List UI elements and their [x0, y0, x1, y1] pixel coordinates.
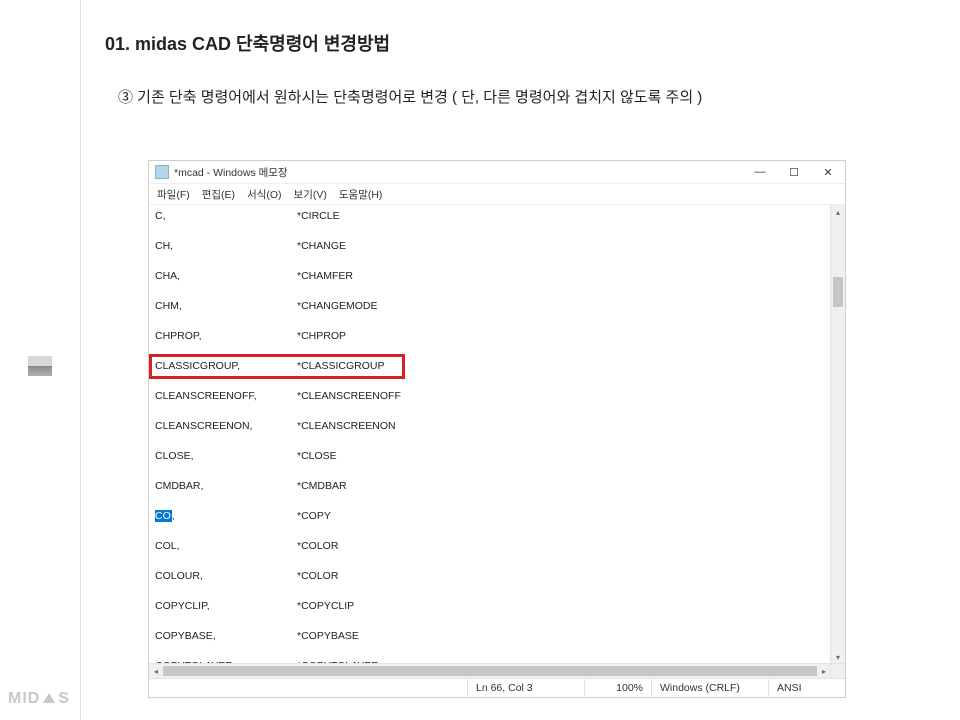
client-area: C,*CIRCLE CH,*CHANGE CHA,*CHAMFER CHM,*C…: [149, 204, 845, 678]
scroll-left-icon[interactable]: ◂: [149, 664, 163, 678]
status-encoding: ANSI: [768, 679, 845, 697]
window-title: *mcad - Windows 메모장: [174, 165, 288, 180]
text-line: CH,*CHANGE: [155, 239, 825, 254]
selected-text: CO: [155, 510, 172, 522]
text-line: COPYBASE,*COPYBASE: [155, 629, 825, 644]
close-button[interactable]: ✕: [811, 162, 845, 182]
menubar: 파일(F) 편집(E) 서식(O) 보기(V) 도움말(H): [149, 184, 845, 204]
slide-thumbnail-icon: [28, 356, 52, 376]
scroll-corner: [830, 663, 845, 678]
scroll-thumb-horizontal[interactable]: [163, 666, 817, 676]
status-eol: Windows (CRLF): [651, 679, 768, 697]
notepad-window: *mcad - Windows 메모장 — ☐ ✕ 파일(F) 편집(E) 서식…: [148, 160, 846, 698]
scroll-right-icon[interactable]: ▸: [817, 664, 831, 678]
menu-edit[interactable]: 편집(E): [202, 187, 235, 202]
separator-line: [80, 0, 81, 720]
text-line: CLEANSCREENOFF,*CLEANSCREENOFF: [155, 389, 825, 404]
status-position: Ln 66, Col 3: [467, 679, 584, 697]
scroll-up-icon[interactable]: ▴: [831, 205, 845, 219]
text-line: COL,*COLOR: [155, 539, 825, 554]
text-line: CLASSICGROUP,*CLASSICGROUP: [155, 359, 825, 374]
status-bar: Ln 66, Col 3 100% Windows (CRLF) ANSI: [149, 678, 845, 697]
text-line: CLOSE,*CLOSE: [155, 449, 825, 464]
minimize-button[interactable]: —: [743, 162, 777, 182]
text-line: COLOUR,*COLOR: [155, 569, 825, 584]
triangle-icon: [43, 693, 55, 703]
menu-view[interactable]: 보기(V): [294, 187, 327, 202]
text-line: COPYCLIP,*COPYCLIP: [155, 599, 825, 614]
vertical-scrollbar[interactable]: ▴ ▾: [830, 205, 845, 664]
notepad-icon: [155, 165, 169, 179]
maximize-button[interactable]: ☐: [777, 162, 811, 182]
step-description: ③ 기존 단축 명령어에서 원하시는 단축명령어로 변경 ( 단, 다른 명령어…: [118, 86, 702, 107]
horizontal-scrollbar[interactable]: ◂ ▸: [149, 663, 831, 678]
page-title: 01. midas CAD 단축명령어 변경방법: [105, 30, 390, 56]
text-line: CMDBAR,*CMDBAR: [155, 479, 825, 494]
text-line: CHA,*CHAMFER: [155, 269, 825, 284]
menu-help[interactable]: 도움말(H): [339, 187, 383, 202]
text-area[interactable]: C,*CIRCLE CH,*CHANGE CHA,*CHAMFER CHM,*C…: [149, 205, 831, 664]
text-line: CLEANSCREENON,*CLEANSCREENON: [155, 419, 825, 434]
text-line: CHM,*CHANGEMODE: [155, 299, 825, 314]
text-line: CO,*COPY: [155, 509, 825, 524]
titlebar: *mcad - Windows 메모장 — ☐ ✕: [149, 161, 845, 184]
menu-file[interactable]: 파일(F): [157, 187, 190, 202]
midas-logo: MIDS: [8, 690, 70, 708]
scroll-thumb-vertical[interactable]: [833, 277, 843, 307]
text-line: C,*CIRCLE: [155, 209, 825, 224]
status-zoom: 100%: [584, 679, 651, 697]
scroll-down-icon[interactable]: ▾: [831, 650, 845, 664]
menu-format[interactable]: 서식(O): [247, 187, 281, 202]
text-line: CHPROP,*CHPROP: [155, 329, 825, 344]
